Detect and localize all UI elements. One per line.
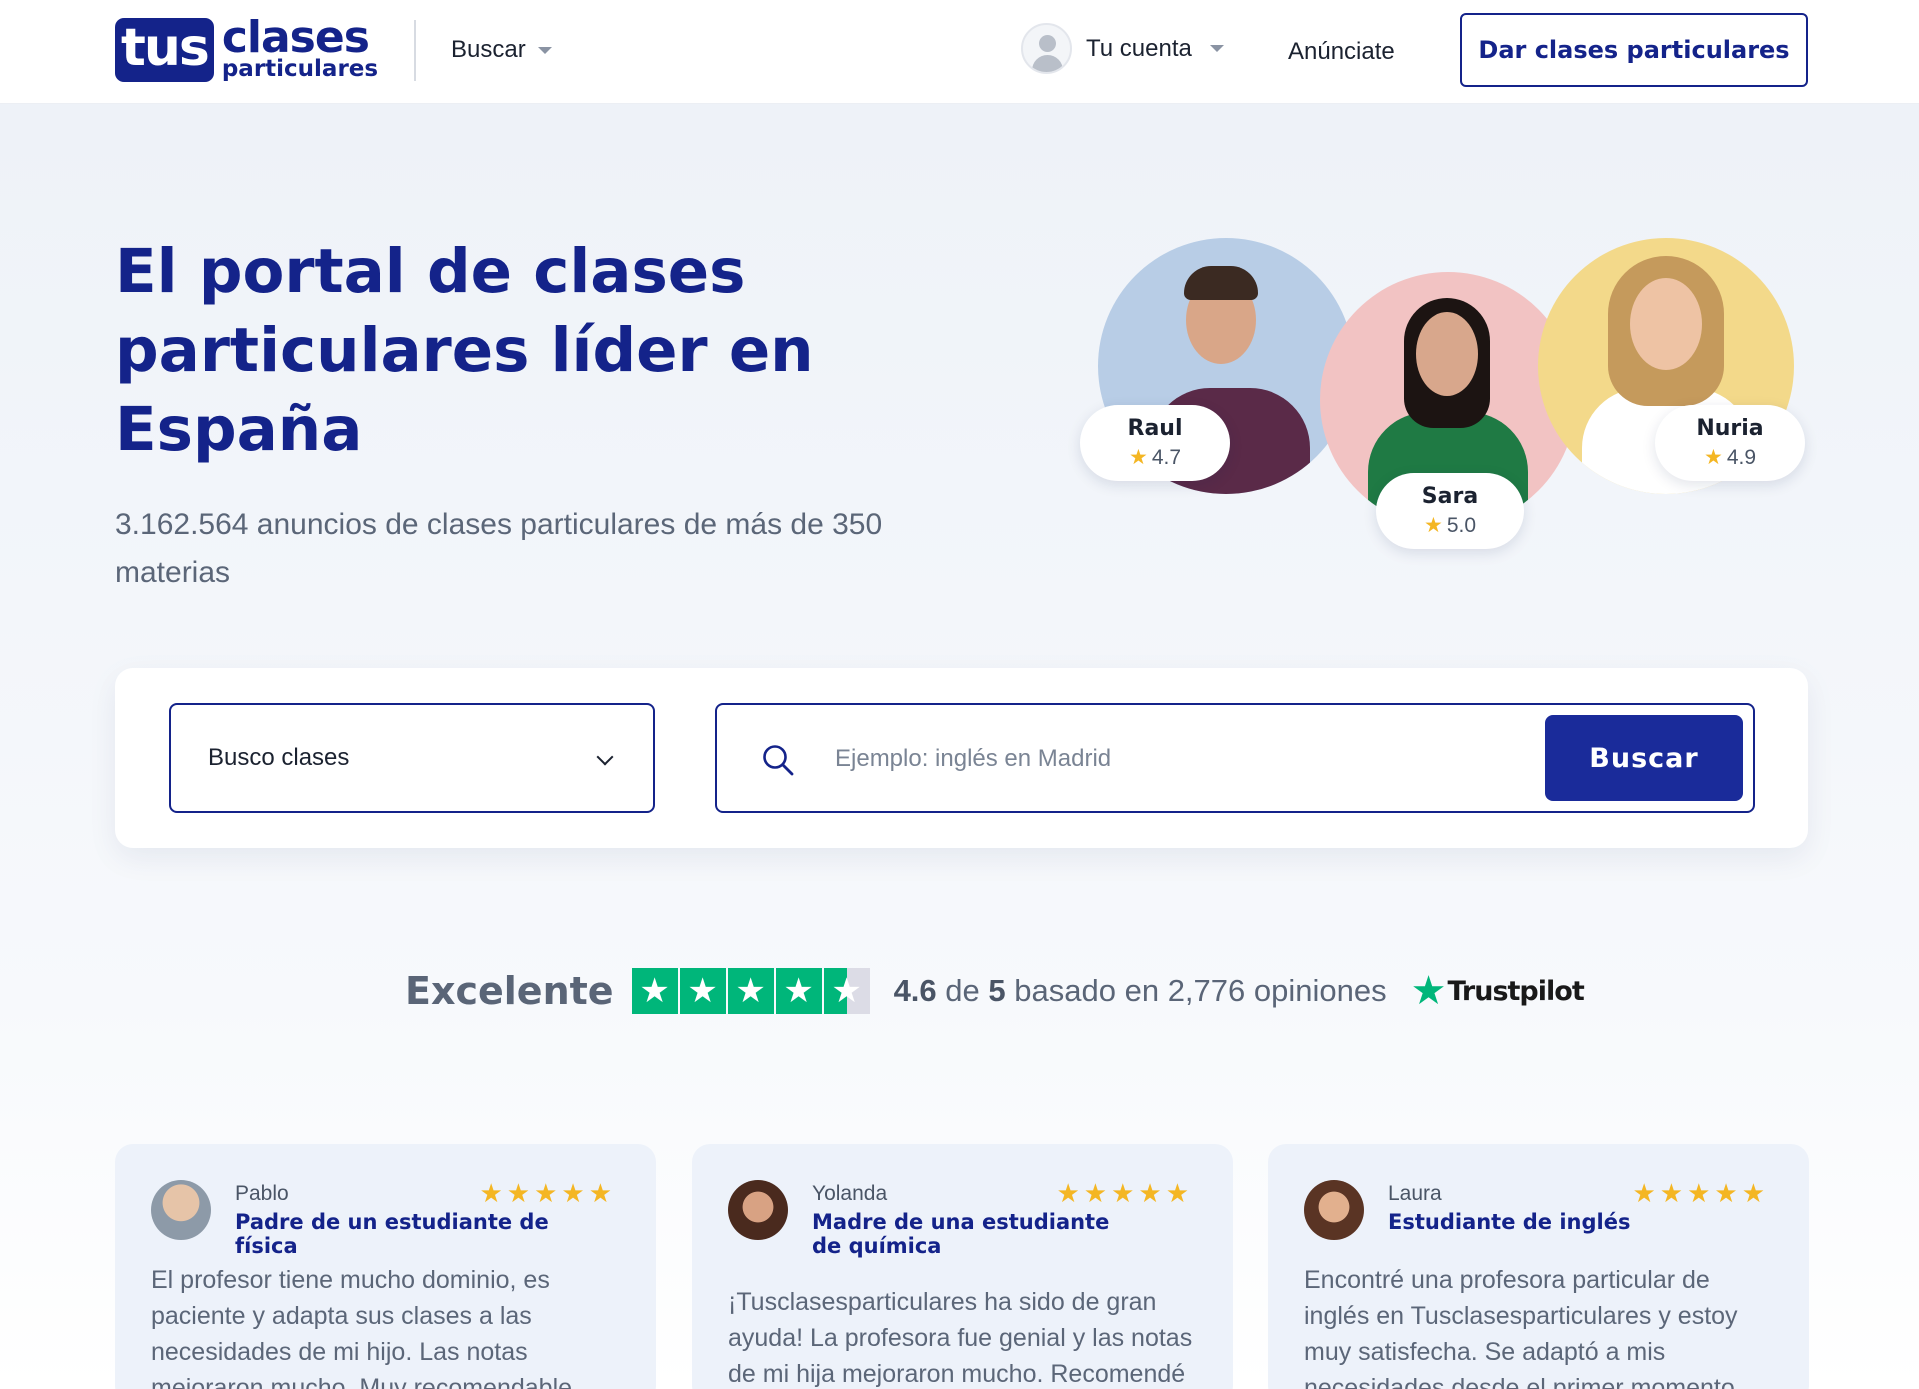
trustpilot-count: basado en 2,776 opiniones xyxy=(1014,973,1387,1008)
reviewer-name: Pablo xyxy=(235,1182,289,1205)
half-star-icon: ★ xyxy=(823,968,870,1014)
dar-clases-button[interactable]: Dar clases particulares xyxy=(1460,13,1808,87)
star-icon: ★ xyxy=(775,968,822,1014)
class-type-select-value: Busco clases xyxy=(208,744,350,771)
logo-wordmark: clases particulares xyxy=(221,12,379,82)
account-menu[interactable]: Tu cuenta xyxy=(1021,23,1224,74)
review-text: ¡Tusclasesparticulares ha sido de gran a… xyxy=(728,1288,1193,1388)
tutor-name: Sara xyxy=(1421,484,1479,509)
reviewer-avatar xyxy=(1304,1180,1364,1240)
search-icon xyxy=(763,745,794,776)
star-icon: ★ xyxy=(1703,446,1723,469)
tutor-name: Nuria xyxy=(1696,416,1764,441)
tutor-rating: 4.9 xyxy=(1726,446,1757,469)
review-card: Pablo Padre de un estudiante de física ★… xyxy=(115,1144,656,1389)
reviewer-name: Yolanda xyxy=(812,1182,888,1205)
review-card: Yolanda Madre de una estudiante de quími… xyxy=(692,1144,1233,1389)
trustpilot-star-icon: ★ xyxy=(1410,968,1447,1014)
star-icon: ★ xyxy=(1423,514,1443,537)
trustpilot-max: 5 xyxy=(988,973,1006,1008)
logo-mark: tus xyxy=(115,18,214,82)
tutor-rating: 5.0 xyxy=(1446,514,1477,537)
trustpilot-label: Excelente xyxy=(405,969,614,1013)
tutor-badge-raul: Raul ★ 4.7 xyxy=(1080,405,1230,481)
class-type-select[interactable]: Busco clases xyxy=(169,703,655,813)
trustpilot-stars: ★ ★ ★ ★ ★ xyxy=(631,968,872,1014)
search-card: Busco clases Buscar xyxy=(115,668,1808,848)
review-text: El profesor tiene mucho dominio, es paci… xyxy=(151,1266,573,1389)
reviewer-avatar xyxy=(728,1180,788,1240)
trustpilot-score: 4.6 xyxy=(893,973,937,1008)
tutor-rating: 4.7 xyxy=(1151,446,1182,469)
review-card: Laura Estudiante de inglés ★★★★★ Encontr… xyxy=(1268,1144,1809,1389)
hero-subtitle: 3.162.564 anuncios de clases particulare… xyxy=(115,508,883,589)
logo-line-2: particulares xyxy=(221,56,379,82)
nav-buscar-dropdown[interactable]: Buscar xyxy=(451,36,552,64)
tutor-showcase: Raul ★ 4.7 Sara ★ 5.0 Nuria ★ 4.9 xyxy=(1080,230,1820,560)
top-header: tus clases particulares Buscar Tu cuenta… xyxy=(0,0,1919,104)
nav-buscar-label: Buscar xyxy=(451,36,526,63)
caret-down-icon xyxy=(1209,45,1224,52)
site-logo[interactable]: tus clases particulares xyxy=(115,12,379,82)
chevron-down-icon xyxy=(596,748,614,766)
trustpilot-of: de xyxy=(945,973,980,1008)
tutor-badge-sara: Sara ★ 5.0 xyxy=(1376,473,1524,549)
trustpilot-brand: Trustpilot xyxy=(1447,975,1584,1007)
trustpilot-logo: ★ Trustpilot xyxy=(1410,968,1585,1014)
review-stars: ★★★★★ xyxy=(479,1178,616,1208)
reviewer-role: Madre de una estudiante de química xyxy=(812,1210,1110,1258)
account-label: Tu cuenta xyxy=(1086,34,1192,62)
hero-title: El portal de clases particulares líder e… xyxy=(115,236,814,465)
search-button[interactable]: Buscar xyxy=(1545,715,1743,801)
review-text: Encontré una profesora particular de ing… xyxy=(1304,1266,1738,1389)
header-divider xyxy=(414,20,416,81)
trustpilot-summary: 4.6 de 5 basado en 2,776 opiniones xyxy=(894,973,1387,1009)
nav-anunciate-link[interactable]: Anúnciate xyxy=(1288,38,1395,66)
review-stars: ★★★★★ xyxy=(1056,1178,1193,1208)
user-avatar-icon xyxy=(1021,23,1072,74)
star-icon: ★ xyxy=(1128,446,1148,469)
search-field: Buscar xyxy=(715,703,1755,813)
reviewer-role: Estudiante de inglés xyxy=(1388,1210,1631,1234)
star-icon: ★ xyxy=(631,968,678,1014)
reviewer-name: Laura xyxy=(1388,1182,1442,1205)
trustpilot-rating[interactable]: Excelente ★ ★ ★ ★ ★ 4.6 de 5 basado en 2… xyxy=(405,966,1585,1016)
star-icon: ★ xyxy=(679,968,726,1014)
review-stars: ★★★★★ xyxy=(1632,1178,1769,1208)
star-icon: ★ xyxy=(727,968,774,1014)
logo-line-1: clases xyxy=(221,12,370,63)
tutor-badge-nuria: Nuria ★ 4.9 xyxy=(1655,405,1805,481)
tutor-name: Raul xyxy=(1127,416,1183,441)
reviewer-role: Padre de un estudiante de física xyxy=(235,1210,549,1258)
search-input[interactable] xyxy=(835,735,1515,783)
caret-down-icon xyxy=(537,46,552,54)
reviewer-avatar xyxy=(151,1180,211,1240)
